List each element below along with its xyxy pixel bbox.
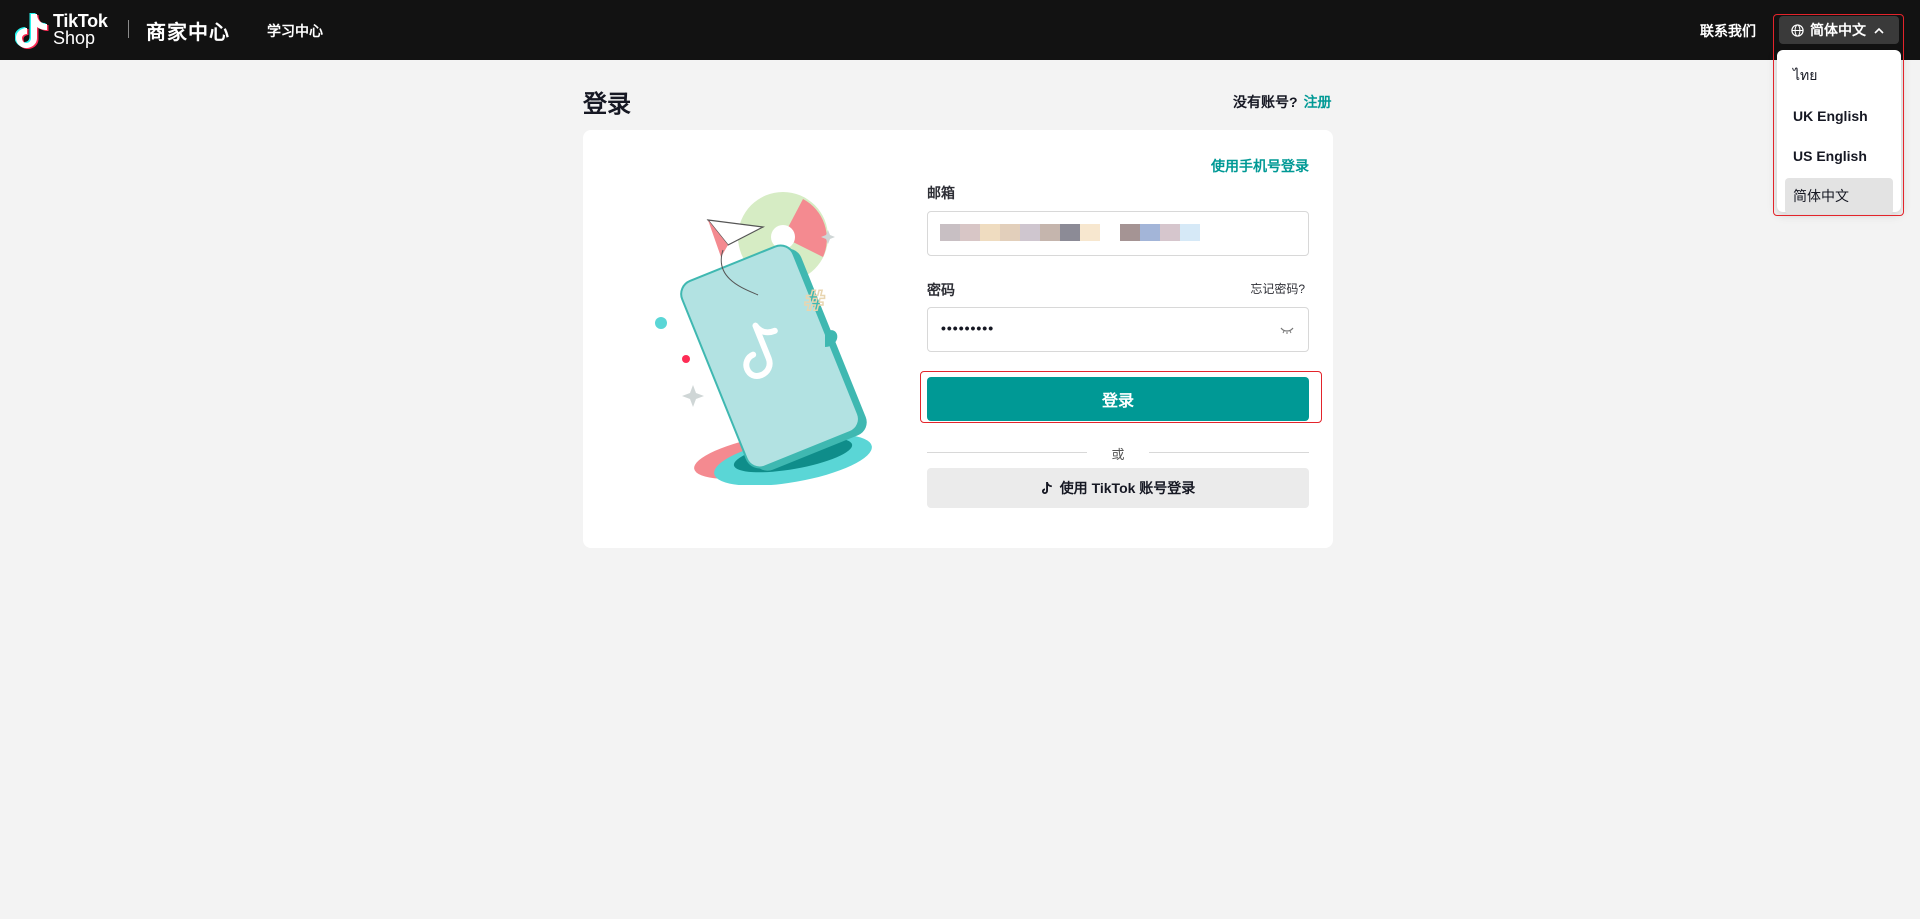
logo-line2: Shop (53, 28, 96, 48)
or-divider: 或 (927, 444, 1309, 462)
seller-center-title: 商家中心 (146, 22, 230, 44)
logo-wordmark: TikTok Shop (53, 12, 108, 48)
divider-line-right (1149, 452, 1309, 453)
language-option-simplified-chinese[interactable]: 简体中文 (1785, 178, 1893, 214)
redacted-email-value (940, 224, 1200, 242)
tiktok-account-login-label: 使用 TikTok 账号登录 (1059, 480, 1196, 496)
nav-contact-us-link[interactable]: 联系我们 (1700, 21, 1756, 41)
language-option-uk-english[interactable]: UK English (1785, 98, 1893, 134)
password-input[interactable]: ••••••••• (927, 307, 1309, 352)
no-account-text: 没有账号? (1233, 94, 1298, 110)
password-label: 密码 (927, 282, 955, 298)
eye-closed-icon[interactable] (1280, 325, 1294, 335)
password-masked-value: ••••••••• (941, 320, 995, 336)
tiktok-note-icon (1041, 482, 1052, 494)
signup-prompt: 没有账号? 注册 (1233, 92, 1332, 112)
phone-illustration: # (655, 192, 872, 485)
chevron-up-icon (1874, 27, 1884, 34)
tiktok-shop-logo[interactable]: TikTok Shop (15, 10, 108, 50)
language-option-thai[interactable]: ไทย (1785, 58, 1893, 94)
language-selector-label: 简体中文 (1810, 22, 1866, 38)
language-dropdown-menu: ไทย UK English US English 简体中文 (1777, 50, 1901, 214)
forgot-password-link[interactable]: 忘记密码? (1250, 280, 1305, 297)
signup-link[interactable]: 注册 (1304, 94, 1332, 110)
phone-login-link[interactable]: 使用手机号登录 (1211, 156, 1309, 176)
logo-divider (128, 20, 129, 38)
tiktok-logo-icon (15, 13, 49, 49)
page-title: 登录 (583, 91, 631, 118)
login-button[interactable]: 登录 (927, 377, 1309, 421)
or-text: 或 (1111, 447, 1125, 462)
svg-text:#: # (803, 284, 826, 317)
language-selector-button[interactable]: 简体中文 (1779, 16, 1899, 44)
globe-icon (1791, 23, 1804, 37)
language-option-us-english[interactable]: US English (1785, 138, 1893, 174)
nav-learning-center-link[interactable]: 学习中心 (267, 21, 323, 41)
login-card: # 使用手机号登录 邮箱 密码 忘记密码? ••••••••• 登录 或 使用 … (583, 130, 1333, 548)
tiktok-account-login-button[interactable]: 使用 TikTok 账号登录 (927, 468, 1309, 508)
top-navigation-bar: TikTok Shop 商家中心 学习中心 联系我们 简体中文 (0, 0, 1920, 60)
email-label: 邮箱 (927, 185, 955, 201)
email-input[interactable] (927, 211, 1309, 256)
